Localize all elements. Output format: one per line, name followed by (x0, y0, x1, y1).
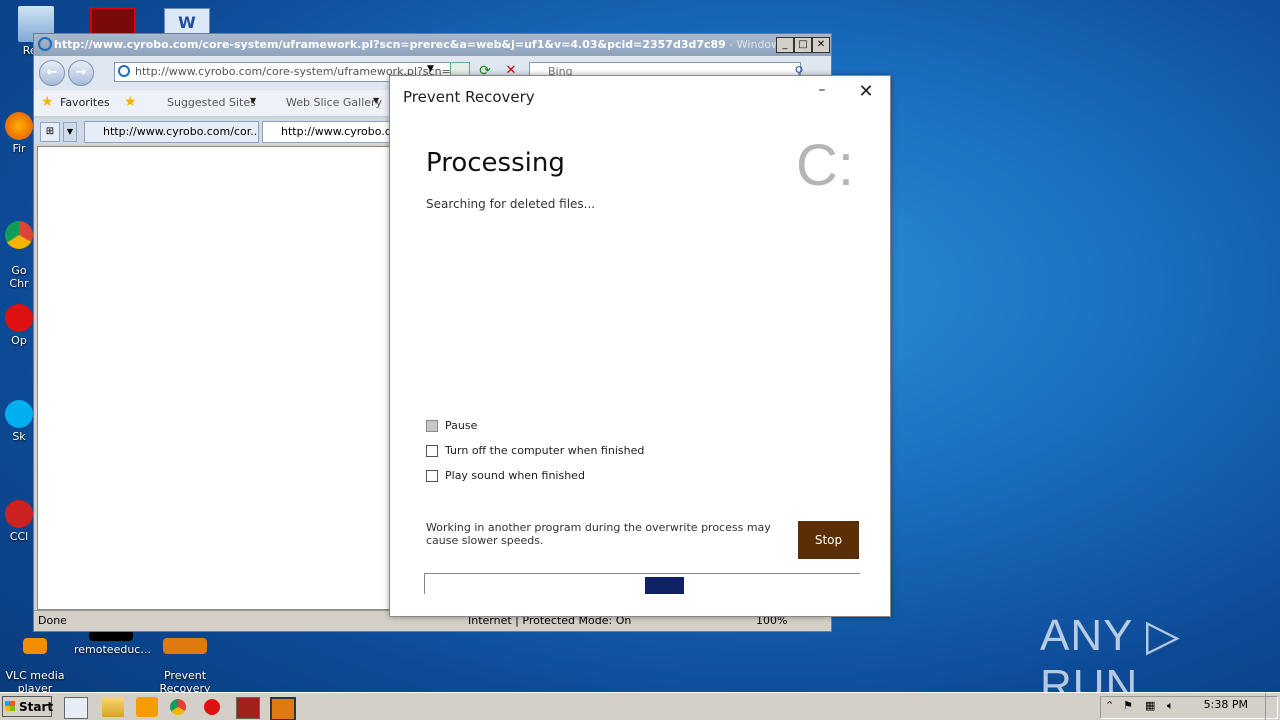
play-sound-checkbox[interactable]: Play sound when finished (426, 469, 585, 482)
taskbar-explorer-icon[interactable] (102, 697, 124, 717)
flag-icon[interactable]: ⚑ (1123, 699, 1133, 712)
tab-list-icon[interactable]: ▼ (63, 122, 77, 142)
favorites-button[interactable]: Favorites (60, 96, 110, 109)
processing-heading: Processing (426, 148, 565, 178)
drive-label: C: (796, 133, 854, 198)
clock[interactable]: 5:38 PM (1204, 698, 1248, 711)
tab-1[interactable]: http://www.cyrobo.com/cor... (84, 121, 259, 143)
system-tray: ⌃ ⚑ ▦ 🔈︎ (1100, 696, 1278, 719)
stop-button[interactable]: Stop (798, 521, 859, 559)
firefox-icon (5, 112, 33, 140)
ccleaner-icon (5, 500, 33, 528)
tab-2[interactable]: http://www.cyrobo.co (262, 121, 392, 143)
quick-tabs-icon[interactable]: ⊞ (40, 122, 60, 142)
vlc-icon (23, 638, 47, 654)
forward-button[interactable]: → (68, 60, 94, 86)
checkbox-box (426, 420, 438, 432)
taskbar-ie-icon[interactable] (64, 697, 88, 719)
overwrite-note: Working in another program during the ov… (426, 521, 771, 547)
taskbar-opera-icon[interactable] (204, 699, 220, 715)
ie-titlebar[interactable]: http://www.cyrobo.com/core-system/uframe… (34, 34, 831, 56)
turn-off-checkbox[interactable]: Turn off the computer when finished (426, 444, 644, 457)
prevent-recovery-dialog[interactable]: Prevent Recovery – ✕ Processing C: Searc… (389, 75, 891, 617)
pause-label: Pause (445, 419, 478, 432)
chrome-icon (5, 221, 33, 249)
ie-logo-icon (38, 37, 52, 51)
windows-logo-icon (5, 701, 15, 711)
show-desktop-button[interactable] (1265, 693, 1280, 720)
progress-bar (424, 573, 860, 594)
suggested-sites-link[interactable]: Suggested Sites (167, 96, 256, 109)
address-ie-icon (118, 65, 130, 77)
dialog-minimize-button[interactable]: – (812, 82, 832, 102)
prevent-recovery-icon (163, 638, 207, 654)
web-slice-gallery-link[interactable]: Web Slice Gallery (286, 96, 382, 109)
network-icon[interactable]: ▦ (1145, 699, 1155, 712)
tray-expand-icon[interactable]: ⌃ (1105, 699, 1114, 712)
checkbox-box (426, 470, 438, 482)
dialog-close-button[interactable]: ✕ (856, 83, 876, 103)
minimize-button[interactable]: _ (776, 37, 794, 53)
maximize-button[interactable]: □ (794, 37, 812, 53)
status-done: Done (38, 614, 67, 627)
opera-icon (5, 304, 33, 332)
back-button[interactable]: ← (39, 60, 65, 86)
dialog-title: Prevent Recovery (403, 88, 535, 106)
desktop-icon-label: remoteeduc... (74, 643, 151, 656)
suggested-dropdown-icon[interactable]: ▼ (250, 96, 256, 105)
volume-icon[interactable]: 🔈︎ (1167, 699, 1174, 713)
skype-icon (5, 400, 33, 428)
taskbar-media-icon[interactable] (136, 697, 158, 717)
taskbar-prevent-recovery-icon[interactable] (236, 697, 260, 719)
taskbar-chrome-icon[interactable] (170, 699, 186, 715)
checkbox-box (426, 445, 438, 457)
taskbar: Start ⌃ ⚑ ▦ 🔈︎ 5:38 PM (0, 692, 1280, 720)
taskbar-prevent-recovery-active-icon[interactable] (270, 697, 296, 720)
processing-status: Searching for deleted files... (426, 197, 596, 211)
pause-checkbox[interactable]: Pause (426, 419, 477, 432)
play-sound-label: Play sound when finished (445, 469, 585, 482)
progress-fill (645, 577, 684, 594)
webslice-dropdown-icon[interactable]: ▼ (373, 96, 379, 105)
close-button[interactable]: ✕ (812, 37, 830, 53)
add-favorites-icon[interactable]: ★ (124, 94, 137, 110)
favorites-star-icon: ★ (41, 94, 54, 110)
ie-title-text: http://www.cyrobo.com/core-system/uframe… (54, 38, 726, 51)
turn-off-label: Turn off the computer when finished (445, 444, 645, 457)
page-content[interactable] (37, 146, 392, 610)
